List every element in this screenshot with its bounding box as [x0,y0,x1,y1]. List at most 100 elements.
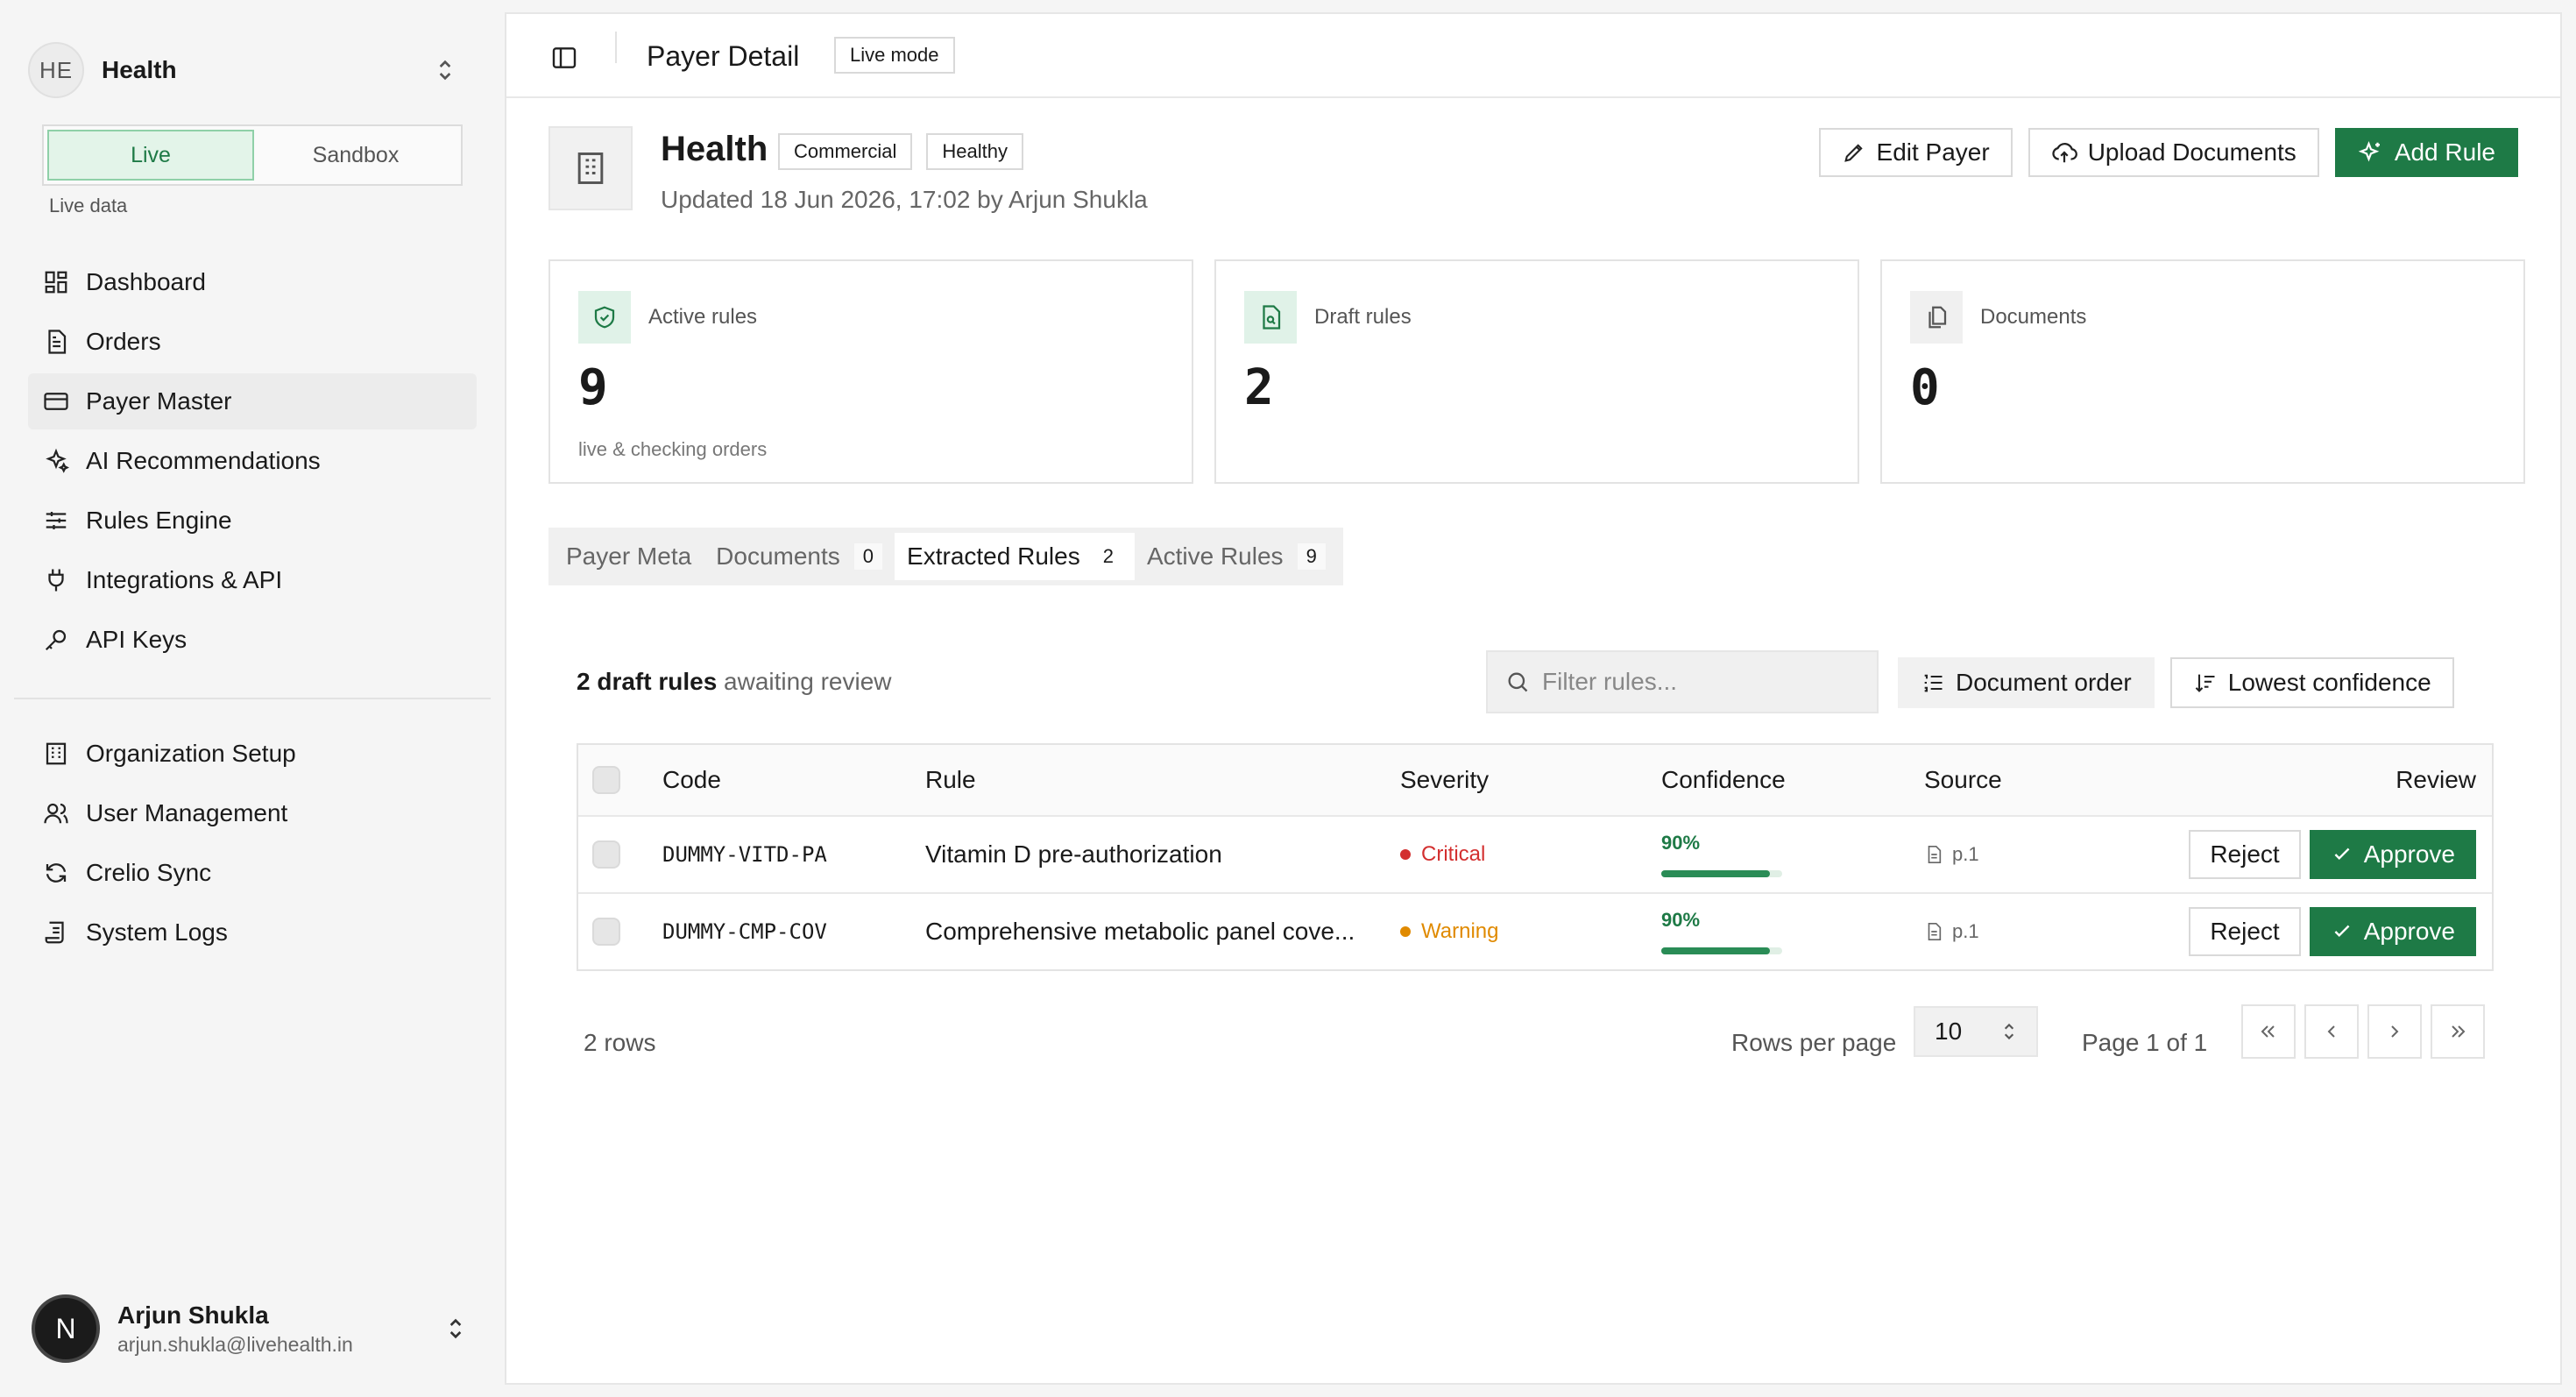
approve-button[interactable]: Approve [2309,830,2476,879]
sidebar-item-label: Organization Setup [86,740,296,767]
sidebar-item-label: Payer Master [86,387,232,415]
column-header-review: Review [2396,766,2476,793]
sliders-icon [42,507,70,535]
stat-value: 2 [1244,359,1274,416]
org-name: Health [102,56,177,83]
column-header-source[interactable]: Source [1924,766,2187,794]
add-rule-button[interactable]: Add Rule [2334,128,2518,177]
sidebar-item-label: Crelio Sync [86,859,212,886]
chevron-left-icon [2321,1021,2342,1042]
sidebar-item-api-keys[interactable]: API Keys [28,612,477,668]
user-info: Arjun Shukla arjun.shukla@livehealth.in [117,1301,353,1357]
files-icon [1910,291,1963,344]
sidebar-item-organization-setup[interactable]: Organization Setup [28,726,477,782]
stat-card-draft-rules: Draft rules 2 [1214,259,1859,484]
sidebar-item-integrations[interactable]: Integrations & API [28,552,477,608]
mode-sandbox-button[interactable]: Sandbox [254,130,457,181]
check-icon [2331,920,2353,943]
sidebar-item-rules-engine[interactable]: Rules Engine [28,493,477,549]
first-page-button[interactable] [2241,1004,2296,1059]
column-header-severity[interactable]: Severity [1400,766,1661,794]
approve-label: Approve [2363,840,2455,868]
search-box [1486,650,1879,713]
table-row: DUMMY-CMP-COV Comprehensive metabolic pa… [578,892,2492,969]
reject-button[interactable]: Reject [2189,907,2301,956]
card-icon [42,387,70,415]
payer-status-badge: Healthy [926,133,1023,170]
sidebar-item-label: AI Recommendations [86,447,321,474]
tab-active-rules[interactable]: Active Rules 9 [1135,533,1338,580]
sidebar-item-label: API Keys [86,626,188,653]
document-icon [42,328,70,356]
sidebar-item-label: Orders [86,328,161,355]
search-icon [1505,670,1530,694]
approve-button[interactable]: Approve [2309,907,2476,956]
select-all-checkbox[interactable] [592,766,620,794]
source-page: p.1 [1952,843,1979,865]
tab-label: Payer Meta [566,542,692,570]
tab-payer-meta[interactable]: Payer Meta [554,533,704,580]
row-checkbox[interactable] [592,918,620,946]
last-page-button[interactable] [2431,1004,2485,1059]
user-menu[interactable]: N Arjun Shukla arjun.shukla@livehealth.i… [32,1294,470,1364]
sidebar-toggle-icon[interactable] [550,44,578,72]
main-panel: Payer Detail Live mode Health Commercial… [505,12,2562,1385]
confidence-bar [1661,947,1782,954]
row-checkbox[interactable] [592,840,620,869]
tab-documents[interactable]: Documents 0 [704,533,895,580]
tab-extracted-rules[interactable]: Extracted Rules 2 [895,533,1135,580]
dashboard-icon [42,268,70,296]
sidebar-item-payer-master[interactable]: Payer Master [28,373,477,429]
chevrons-left-icon [2258,1021,2279,1042]
sidebar-item-orders[interactable]: Orders [28,314,477,370]
source-cell[interactable]: p.1 [1924,920,2187,943]
edit-payer-button[interactable]: Edit Payer [1818,128,2013,177]
rule-code: DUMMY-VITD-PA [662,842,827,867]
cloud-upload-icon [2051,139,2077,166]
rows-per-page-select[interactable]: 10 [1914,1006,2038,1057]
sidebar-item-system-logs[interactable]: System Logs [28,904,477,961]
sidebar-item-crelio-sync[interactable]: Crelio Sync [28,845,477,901]
rules-table: Code Rule Severity Confidence Source Rev… [577,743,2494,971]
document-icon [1924,922,1943,941]
lowest-confidence-label: Lowest confidence [2227,669,2431,696]
page-title: Payer Detail [647,40,800,72]
building-icon [548,126,633,210]
file-search-icon [1244,291,1297,344]
sidebar-item-dashboard[interactable]: Dashboard [28,254,477,310]
stat-label: Draft rules [1314,305,1412,329]
column-header-code[interactable]: Code [662,766,925,794]
column-header-rule[interactable]: Rule [925,766,1400,794]
review-actions: Reject Approve [2187,830,2492,879]
stat-value: 9 [578,359,608,416]
rule-name[interactable]: Comprehensive metabolic panel cove... [925,918,1400,946]
nav-divider [14,698,491,699]
sidebar-item-label: Integrations & API [86,566,283,593]
tab-count: 0 [853,543,883,570]
upload-documents-button[interactable]: Upload Documents [2028,128,2319,177]
payer-type-badge: Commercial [778,133,913,170]
pagination [2241,1004,2485,1059]
updated-meta: Updated 18 Jun 2026, 17:02 by Arjun Shuk… [661,186,1148,213]
tab-count: 9 [1297,543,1326,570]
sidebar-item-label: System Logs [86,918,228,946]
search-input[interactable] [1542,668,1858,696]
reject-button[interactable]: Reject [2189,830,2301,879]
lowest-confidence-button[interactable]: Lowest confidence [2169,657,2454,708]
sidebar-item-ai-recommendations[interactable]: AI Recommendations [28,433,477,489]
confidence-fill [1661,870,1771,877]
source-cell[interactable]: p.1 [1924,843,2187,866]
page-indicator: Page 1 of 1 [2082,1029,2208,1056]
org-switcher[interactable]: HE Health [28,39,466,102]
prev-page-button[interactable] [2304,1004,2359,1059]
next-page-button[interactable] [2367,1004,2422,1059]
sidebar-item-user-management[interactable]: User Management [28,785,477,841]
confidence-bar [1661,870,1782,877]
payer-tags: Commercial Healthy [778,133,1023,170]
check-icon [2331,843,2353,866]
table-row: DUMMY-VITD-PA Vitamin D pre-authorizatio… [578,815,2492,892]
column-header-confidence[interactable]: Confidence [1661,766,1924,794]
rule-name[interactable]: Vitamin D pre-authorization [925,840,1400,869]
document-order-button[interactable]: Document order [1898,657,2155,708]
mode-live-button[interactable]: Live [47,130,254,181]
